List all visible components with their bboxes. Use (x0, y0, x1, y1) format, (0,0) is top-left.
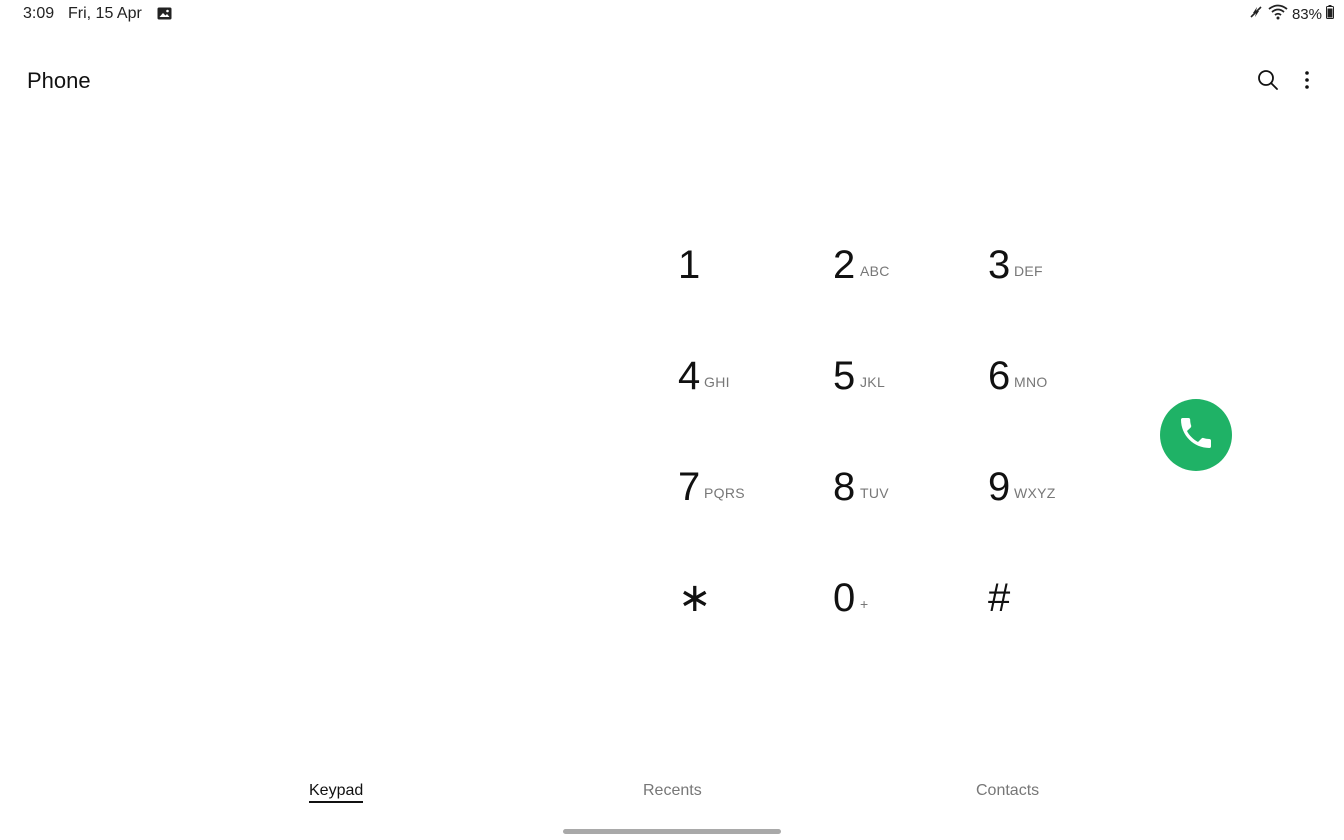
key-digit: 6 (988, 354, 1011, 398)
key-digit: # (988, 576, 1011, 620)
no-sound-icon (1248, 4, 1264, 25)
key-letters: PQRS (704, 485, 745, 501)
key-digit: 1 (678, 243, 701, 287)
phone-icon (1176, 413, 1216, 458)
key-letters: MNO (1014, 374, 1048, 390)
key-letters: GHI (704, 374, 730, 390)
key-letters: + (860, 596, 869, 612)
page-title: Phone (27, 68, 91, 93)
key-letters: WXYZ (1014, 485, 1056, 501)
key-letters: DEF (1014, 263, 1043, 279)
battery-percent: 83% (1291, 5, 1322, 23)
key-7[interactable]: 7 PQRS (612, 437, 767, 548)
search-button[interactable] (1255, 69, 1281, 95)
gesture-nav-handle[interactable] (563, 829, 781, 834)
key-digit: 3 (988, 243, 1011, 287)
search-icon (1257, 69, 1279, 96)
key-digit: 0 (833, 576, 856, 620)
status-time: 3:09 (23, 5, 55, 22)
gallery-icon (157, 7, 172, 20)
key-letters: TUV (860, 485, 889, 501)
wifi-icon (1268, 4, 1288, 25)
status-icons: 83% (1248, 4, 1334, 24)
status-bar: 3:09 Fri, 15 Apr 83% (0, 0, 1344, 28)
key-0[interactable]: 0 + (767, 548, 922, 659)
key-digit: 2 (833, 243, 856, 287)
key-digit: 5 (833, 354, 856, 398)
key-letters: ABC (860, 263, 890, 279)
key-2[interactable]: 2 ABC (767, 215, 922, 326)
tab-recents[interactable]: Recents (643, 782, 702, 800)
key-digit: 8 (833, 465, 856, 509)
key-9[interactable]: 9 WXYZ (922, 437, 1080, 548)
more-options-icon (1304, 70, 1310, 95)
key-digit: 9 (988, 465, 1011, 509)
active-tab-indicator (309, 801, 363, 803)
key-digit: 7 (678, 465, 701, 509)
key-star[interactable]: ∗ (612, 548, 767, 659)
key-digit: ∗ (678, 576, 712, 620)
tab-contacts[interactable]: Contacts (976, 782, 1039, 800)
dial-keypad: 1 2 ABC 3 DEF 4 GHI 5 JKL 6 MNO 7 PQRS 8… (612, 215, 1080, 659)
key-letters: JKL (860, 374, 886, 390)
key-5[interactable]: 5 JKL (767, 326, 922, 437)
status-date: Fri, 15 Apr (68, 5, 142, 22)
key-3[interactable]: 3 DEF (922, 215, 1080, 326)
key-8[interactable]: 8 TUV (767, 437, 922, 548)
more-options-button[interactable] (1297, 69, 1317, 95)
call-button[interactable] (1160, 399, 1232, 471)
key-1[interactable]: 1 (612, 215, 767, 326)
key-digit: 4 (678, 354, 701, 398)
tab-keypad[interactable]: Keypad (309, 782, 363, 800)
key-6[interactable]: 6 MNO (922, 326, 1080, 437)
key-4[interactable]: 4 GHI (612, 326, 767, 437)
key-hash[interactable]: # (922, 548, 1080, 659)
battery-icon (1326, 4, 1334, 24)
